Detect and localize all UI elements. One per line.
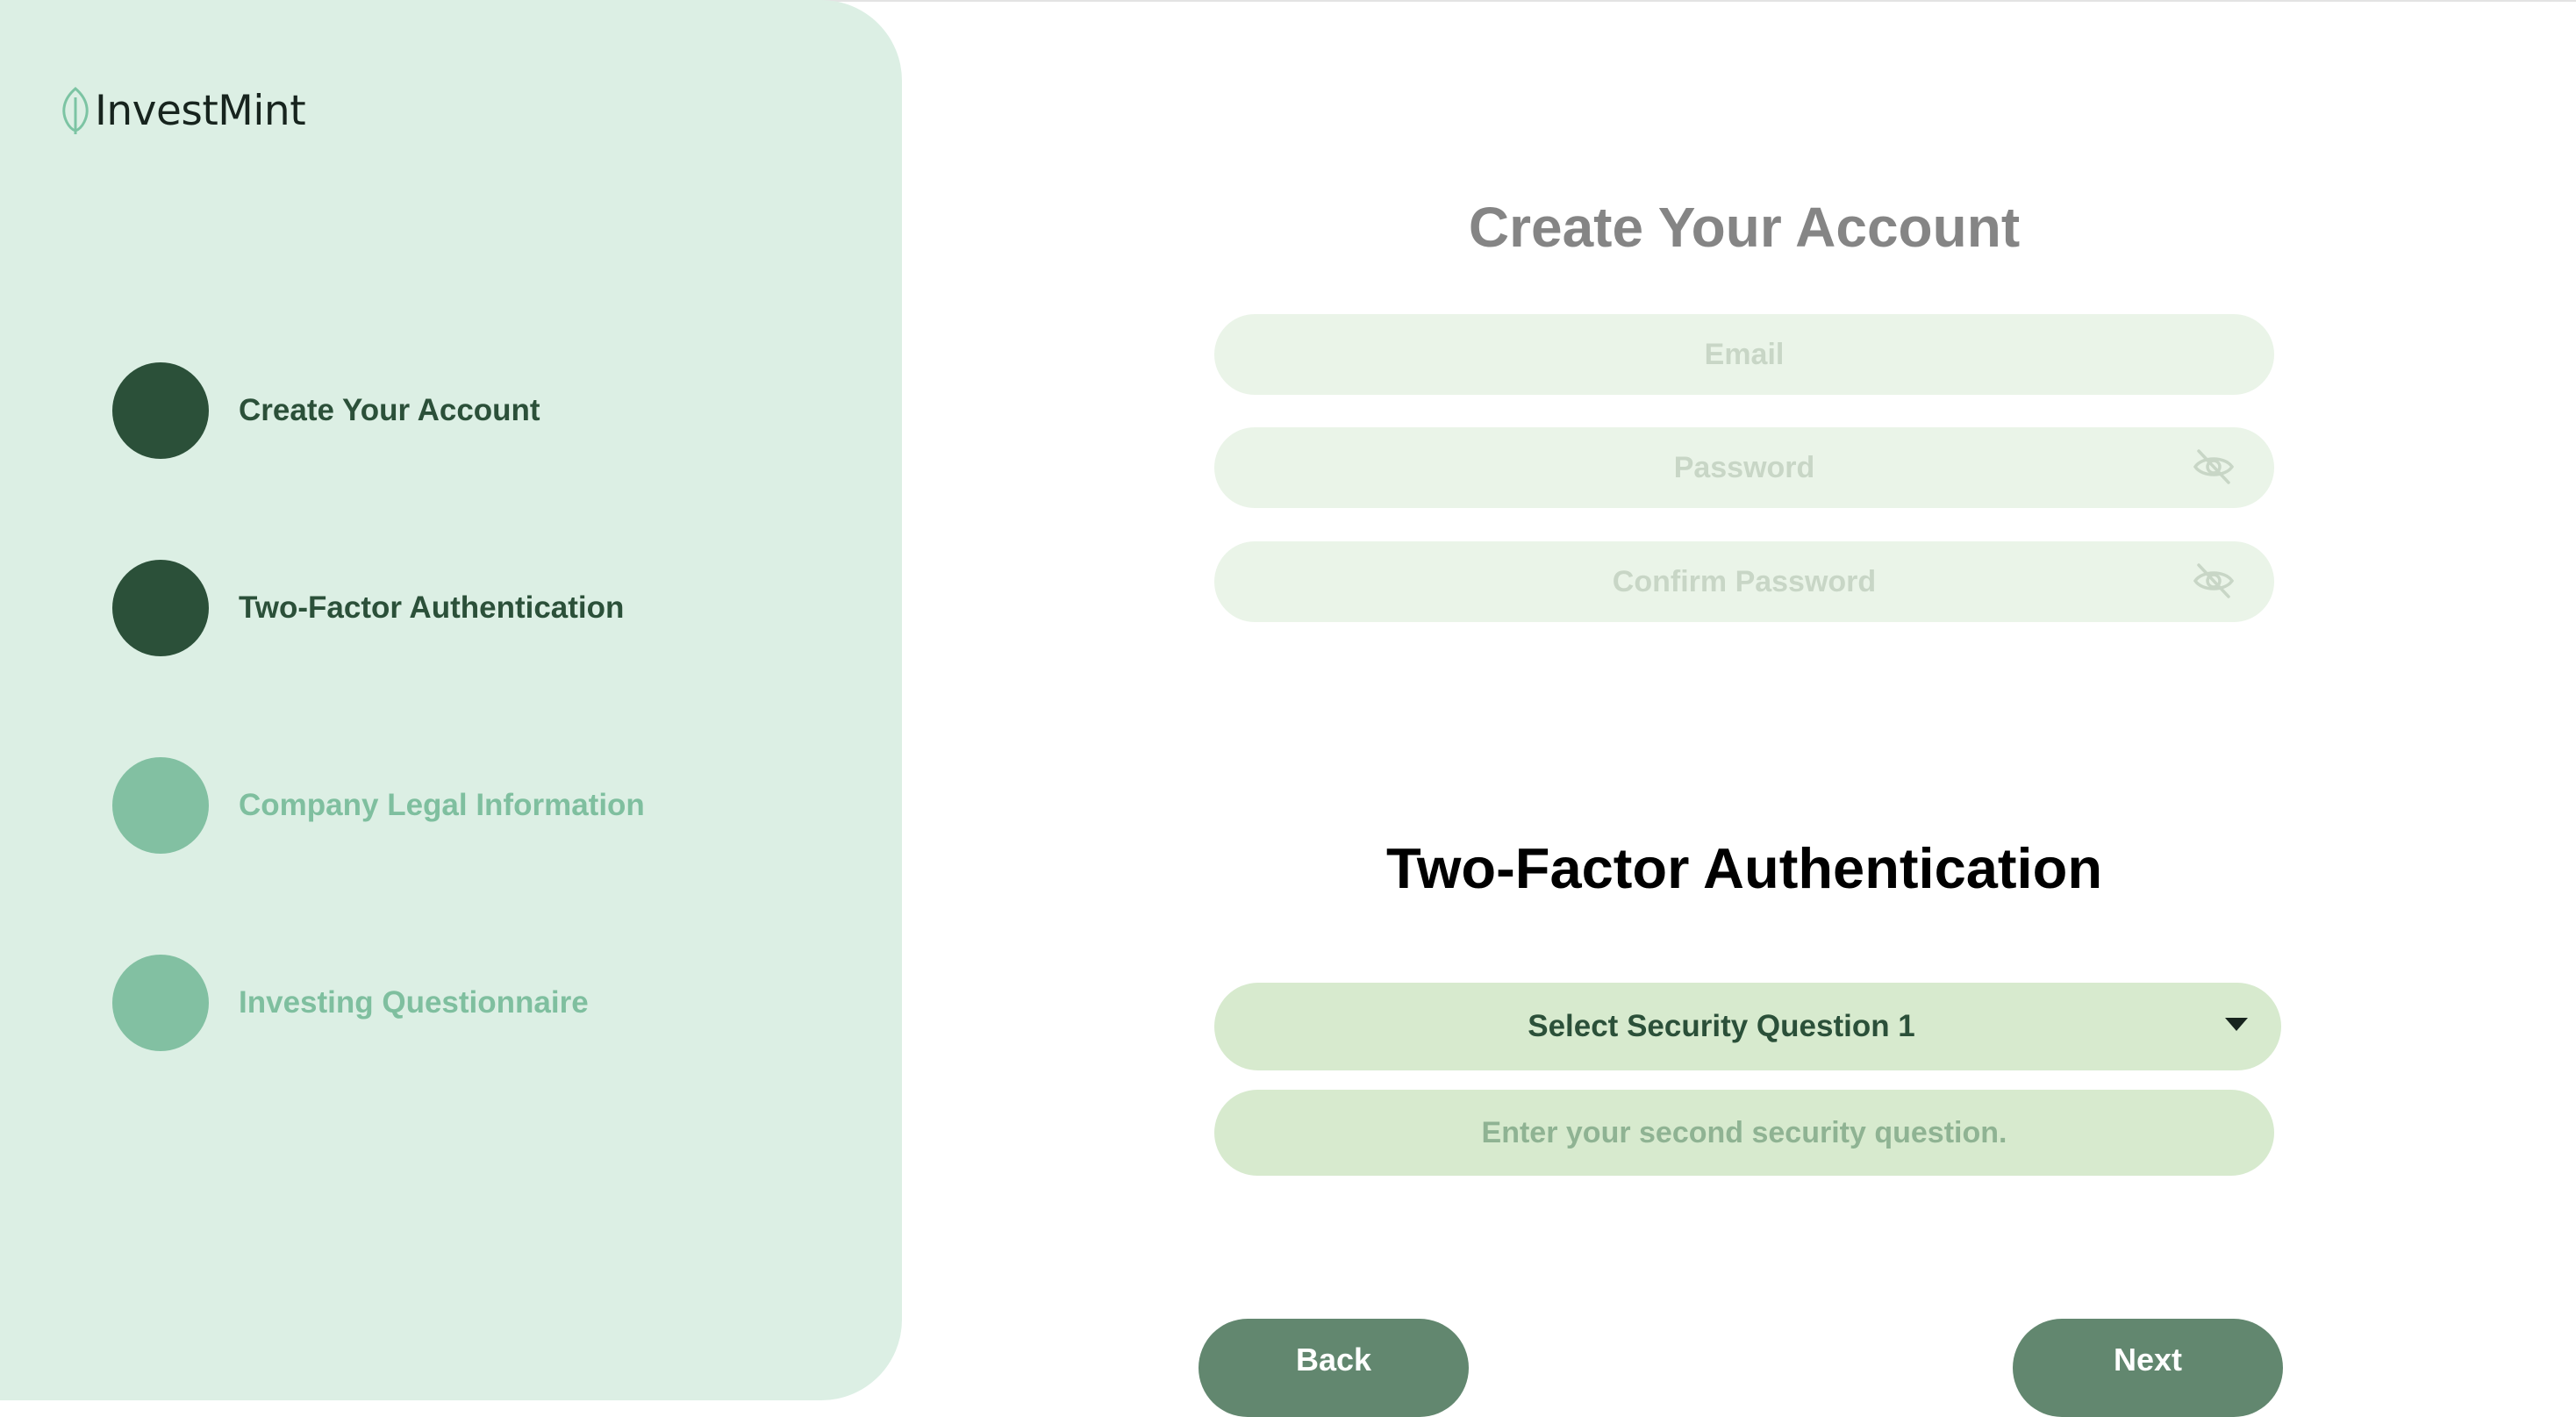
step-label: Two-Factor Authentication <box>239 590 625 625</box>
logo-text: InvestMint <box>95 86 306 135</box>
next-button[interactable]: Next <box>2013 1319 2283 1417</box>
eye-off-icon[interactable] <box>2192 447 2236 486</box>
sidebar: InvestMint Create Your Account Two-Facto… <box>0 0 902 1400</box>
caret-down-icon <box>2225 1018 2248 1031</box>
page-title: Create Your Account <box>1468 196 2021 259</box>
password-field[interactable] <box>1214 427 2274 508</box>
logo: InvestMint <box>58 82 306 139</box>
email-field[interactable] <box>1214 314 2274 395</box>
security-question-2-field[interactable] <box>1214 1090 2274 1176</box>
two-factor-title: Two-Factor Authentication <box>1385 836 2103 900</box>
eye-off-icon[interactable] <box>2192 562 2236 600</box>
step-indicator <box>112 757 209 854</box>
step-company-legal[interactable]: Company Legal Information <box>112 757 645 854</box>
step-indicator <box>112 560 209 656</box>
step-label: Company Legal Information <box>239 788 645 822</box>
step-create-account[interactable]: Create Your Account <box>112 362 540 459</box>
security-question-1-value: Select Security Question 1 <box>1528 1009 1915 1043</box>
step-two-factor[interactable]: Two-Factor Authentication <box>112 560 624 656</box>
confirm-password-field[interactable] <box>1214 541 2274 622</box>
step-investing-questionnaire[interactable]: Investing Questionnaire <box>112 955 589 1051</box>
step-indicator <box>112 955 209 1051</box>
step-label: Create Your Account <box>239 393 540 427</box>
step-indicator <box>112 362 209 459</box>
step-label: Investing Questionnaire <box>239 985 589 1020</box>
leaf-icon <box>62 87 89 134</box>
back-button[interactable]: Back <box>1199 1319 1469 1417</box>
security-question-1-select[interactable]: Select Security Question 1 <box>1214 983 2281 1070</box>
